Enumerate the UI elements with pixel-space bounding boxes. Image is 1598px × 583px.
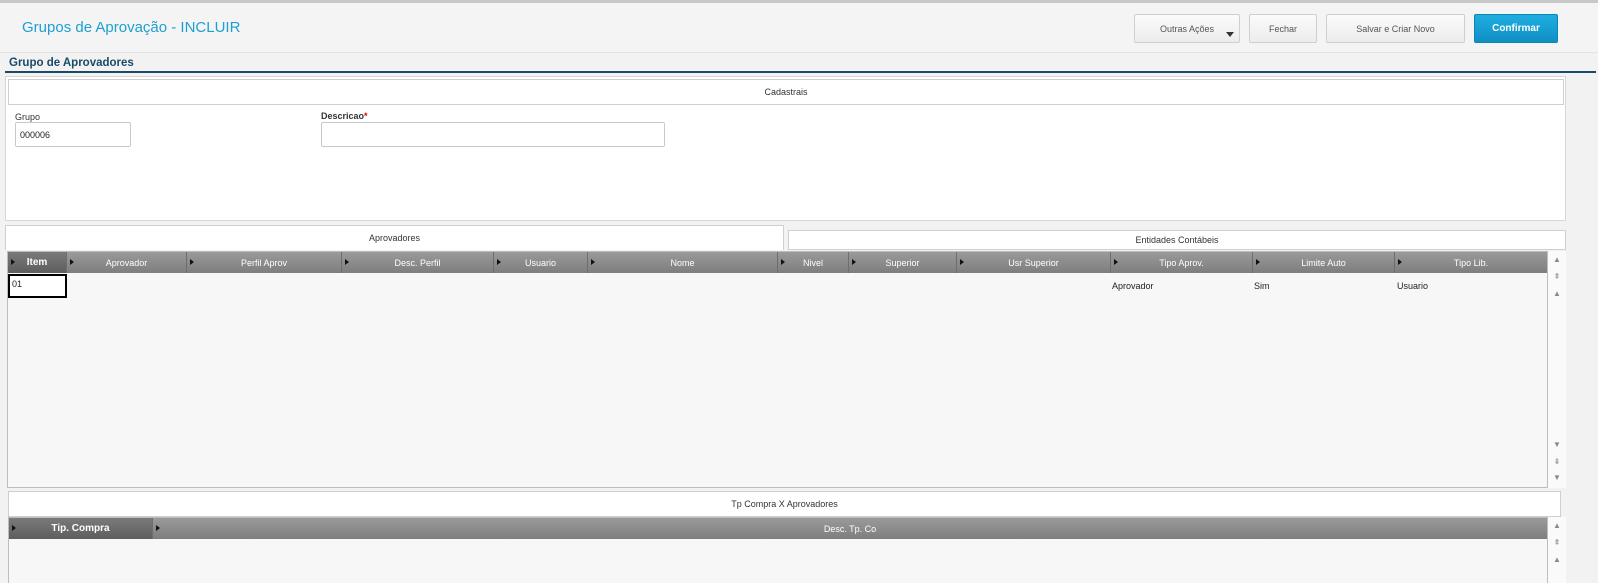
descricao-label-text: Descricao [321,111,365,121]
aprovadores-grid: Item Aprovador Perfil Aprov Desc. Perfil… [7,251,1548,488]
required-mark: * [364,111,368,121]
col-limite-auto[interactable]: Limite Auto [1253,252,1395,273]
col-usr-superior-label: Usr Superior [1008,257,1059,268]
grupo-input[interactable] [15,122,131,147]
col-tip-compra[interactable]: Tip. Compra [9,518,153,539]
sort-arrow-icon [1256,259,1260,265]
sort-arrow-icon [497,259,501,265]
col-usuario-label: Usuario [524,257,556,268]
col-limite-auto-label: Limite Auto [1301,257,1346,268]
scroll-up-icon[interactable]: ▲ [1551,253,1563,267]
tp-compra-grid-header: Tip. Compra Desc. Tp. Co [9,518,1547,539]
col-desc-perfil[interactable]: Desc. Perfil [342,252,494,273]
col-nome-label: Nome [670,257,695,268]
sort-arrow-icon [345,259,349,265]
cell-item[interactable]: 01 [8,274,67,298]
section-title: Grupo de Aprovadores [9,57,134,69]
confirmar-button[interactable]: Confirmar [1474,14,1558,43]
page-title: Grupos de Aprovação - INCLUIR [22,19,241,36]
tab-entidades-label: Entidades Contábeis [1135,235,1219,245]
col-usuario[interactable]: Usuario [494,252,588,273]
col-tipo-aprov-label: Tipo Aprov. [1159,257,1204,268]
descricao-label: Descricao* [321,111,368,121]
col-item[interactable]: Item [8,252,67,273]
cell-tipo-aprov[interactable]: Aprovador [1112,281,1154,291]
tp-compra-title: Tp Compra X Aprovadores [731,499,838,509]
col-nome[interactable]: Nome [588,252,778,273]
scroll-top-icon[interactable]: ⇞ [1551,270,1563,284]
cadastrais-header: Cadastrais [8,79,1564,105]
grupo-label: Grupo [15,112,41,122]
tab-aprovadores[interactable]: Aprovadores [5,225,784,250]
tab-entidades-contabeis[interactable]: Entidades Contábeis [788,230,1566,250]
col-superior-label: Superior [885,257,920,268]
col-nivel-label: Nivel [802,257,823,268]
sort-arrow-icon [156,525,160,531]
sort-arrow-icon [781,259,785,265]
col-desc-tp-co-label: Desc. Tp. Co [823,523,877,534]
salvar-criar-novo-button[interactable]: Salvar e Criar Novo [1326,14,1465,43]
col-usr-superior[interactable]: Usr Superior [957,252,1111,273]
col-perfil-aprov[interactable]: Perfil Aprov [187,252,342,273]
scroll-up-small-icon[interactable]: ▲ [1551,553,1563,567]
scroll-top-icon[interactable]: ⇞ [1551,536,1563,550]
sort-arrow-icon [1114,259,1118,265]
scroll-down-small-icon[interactable]: ▼ [1551,471,1563,485]
scroll-up-icon[interactable]: ▲ [1551,519,1563,533]
tp-compra-scrollbar[interactable]: ▲ ⇞ ▲ [1548,517,1566,583]
col-perfil-aprov-label: Perfil Aprov [240,257,288,268]
cadastrais-title: Cadastrais [764,87,808,97]
col-desc-tp-co[interactable]: Desc. Tp. Co [153,518,1547,539]
col-tipo-lib-label: Tipo Lib. [1453,257,1489,268]
aprovadores-scrollbar[interactable]: ▲ ⇞ ▲ ▼ ⇟ ▼ [1548,251,1566,488]
section-divider [5,71,1596,73]
col-nivel[interactable]: Nivel [778,252,849,273]
sort-arrow-icon [70,259,74,265]
cadastrais-panel: Cadastrais Grupo Descricao* [5,76,1566,221]
outras-acoes-label: Outras Ações [1159,23,1215,34]
chevron-down-icon [1226,32,1234,37]
col-desc-perfil-label: Desc. Perfil [394,257,441,268]
sort-arrow-icon [190,259,194,265]
sort-arrow-icon [11,259,15,265]
col-aprovador[interactable]: Aprovador [67,252,187,273]
scroll-up-small-icon[interactable]: ▲ [1551,287,1563,301]
tab-aprovadores-label: Aprovadores [368,233,421,243]
tp-compra-grid: Tip. Compra Desc. Tp. Co [8,517,1548,583]
sort-arrow-icon [1398,259,1402,265]
col-tip-compra-label: Tip. Compra [51,523,110,534]
col-superior[interactable]: Superior [849,252,957,273]
descricao-input[interactable] [321,122,665,147]
scroll-bottom-icon[interactable]: ⇟ [1551,455,1563,469]
tp-compra-header: Tp Compra X Aprovadores [8,491,1561,517]
cell-tipo-lib[interactable]: Usuario [1397,281,1428,291]
col-item-label: Item [26,257,48,268]
col-tipo-lib[interactable]: Tipo Lib. [1395,252,1547,273]
sort-arrow-icon [960,259,964,265]
col-aprovador-label: Aprovador [105,257,148,268]
page-header: Grupos de Aprovação - INCLUIR Outras Açõ… [0,3,1598,53]
sort-arrow-icon [12,525,16,531]
sort-arrow-icon [852,259,856,265]
scroll-down-icon[interactable]: ▼ [1551,438,1563,452]
col-tipo-aprov[interactable]: Tipo Aprov. [1111,252,1253,273]
cell-limite-auto[interactable]: Sim [1254,281,1270,291]
aprovadores-grid-header: Item Aprovador Perfil Aprov Desc. Perfil… [8,252,1547,273]
sort-arrow-icon [591,259,595,265]
fechar-button[interactable]: Fechar [1249,14,1317,43]
outras-acoes-button[interactable]: Outras Ações [1134,14,1240,43]
